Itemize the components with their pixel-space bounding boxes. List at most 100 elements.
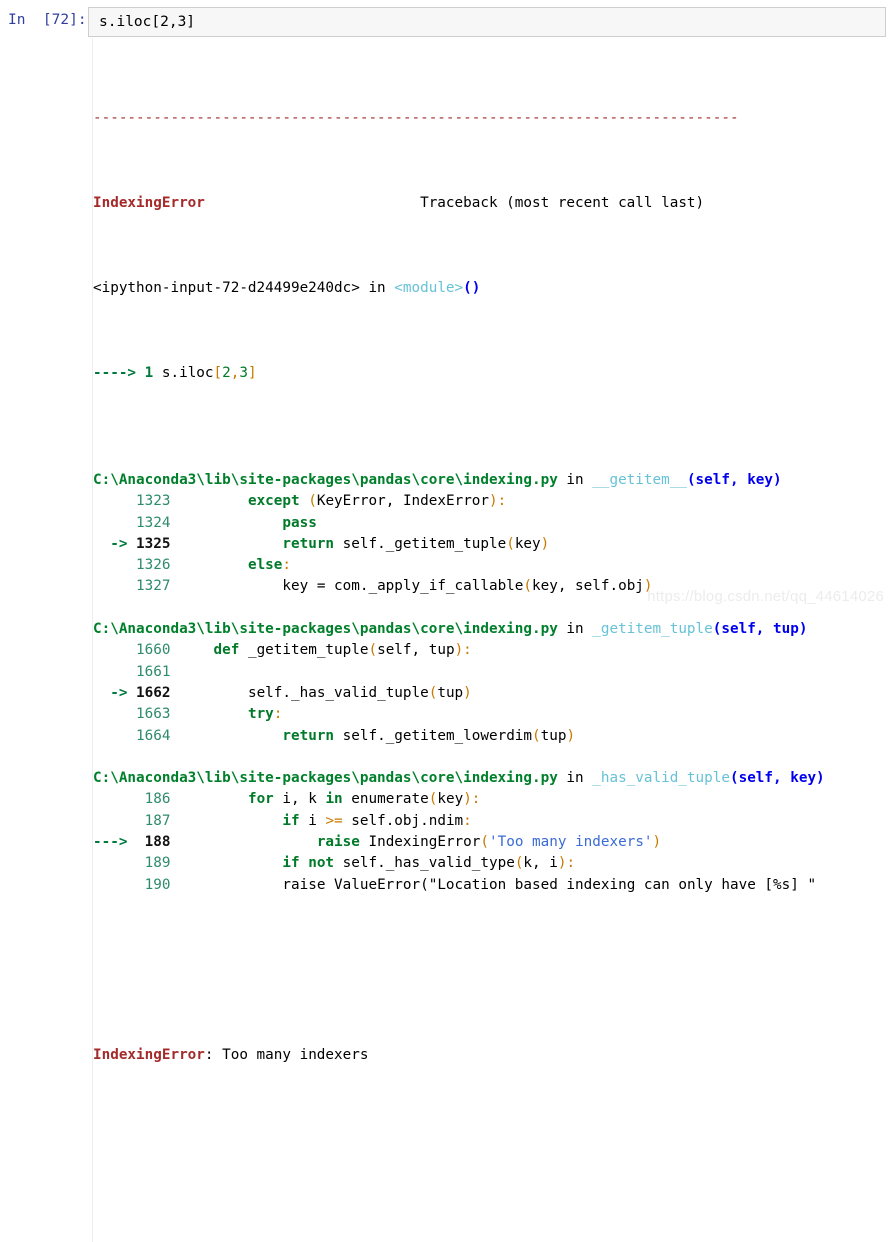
source-line-indent	[179, 578, 282, 594]
frame-source-line: ---> 188 raise IndexingError('Too many i…	[93, 832, 892, 853]
final-exception-message: : Too many indexers	[204, 1046, 369, 1063]
frame-source-line: 1324 pass	[93, 513, 892, 534]
source-token: )	[540, 535, 550, 552]
source-token: self._getitem_tuple	[334, 535, 507, 552]
frame-gap-2	[584, 621, 593, 637]
source-line-indent	[179, 536, 282, 552]
source-token: ,	[385, 493, 403, 510]
source-line-arrow	[93, 728, 127, 744]
source-token: self, tup	[377, 642, 455, 659]
source-token: else	[247, 557, 283, 574]
source-line-arrow	[93, 515, 127, 531]
source-line-arrow	[93, 791, 127, 807]
frame-spacer	[93, 747, 892, 768]
source-line-number: 190	[127, 876, 180, 893]
source-token: )	[566, 727, 576, 744]
frame-file-path: C:\Anaconda3\lib\site-packages\pandas\co…	[93, 770, 558, 787]
source-line-indent	[179, 791, 248, 807]
frame-file-path: C:\Anaconda3\lib\site-packages\pandas\co…	[93, 621, 558, 638]
input-cell-row: In [72]: s.iloc[2,3]	[0, 0, 892, 38]
source-token	[300, 493, 309, 509]
source-token: )	[463, 791, 472, 808]
frame-in-word: in	[566, 770, 584, 787]
frame-source-line: 1326 else:	[93, 555, 892, 576]
code-token-expr: s.iloc[2,3]	[99, 14, 196, 30]
frame-source-line: -> 1325 return self._getitem_tuple(key)	[93, 534, 892, 555]
source-line-number: 189	[127, 855, 180, 872]
traceback-exception-header: IndexingError Traceback (most recent cal…	[93, 193, 892, 214]
source-token: self._getitem_lowerdim	[334, 727, 533, 744]
cell-frame-bracket-close: ]	[247, 365, 257, 382]
code-input-text[interactable]: s.iloc[2,3]	[99, 11, 885, 33]
source-line-indent	[179, 557, 248, 573]
source-line-arrow	[93, 493, 127, 509]
source-line-indent	[179, 515, 282, 531]
final-exception-name: IndexingError	[93, 1046, 205, 1063]
frame-source-line: 1661	[93, 662, 892, 683]
source-token: i	[299, 812, 326, 829]
traceback-separator-top: ----------------------------------------…	[93, 109, 739, 126]
source-line-indent	[179, 493, 248, 509]
frame-spacer	[93, 449, 892, 470]
code-input-cell[interactable]: s.iloc[2,3]	[88, 7, 886, 37]
source-token: (	[308, 493, 317, 510]
source-line-number: 1664	[127, 727, 180, 744]
source-token: key	[437, 791, 464, 808]
frame-header: C:\Anaconda3\lib\site-packages\pandas\co…	[93, 619, 892, 640]
source-token: )	[557, 855, 567, 872]
source-token: (	[514, 855, 524, 872]
source-token: :	[463, 642, 472, 659]
source-token: in	[325, 791, 343, 808]
source-line-number: 187	[127, 812, 180, 829]
source-token: IndexingError	[359, 833, 481, 850]
frame-function-signature: (self, tup)	[712, 621, 808, 638]
source-line-indent	[179, 877, 282, 893]
cell-frame-index-b: 3	[239, 365, 248, 382]
source-token: self._has_valid_tuple	[247, 684, 429, 701]
traceback-frames-container: C:\Anaconda3\lib\site-packages\pandas\co…	[93, 449, 892, 896]
traceback-header-note: Traceback (most recent call last)	[420, 195, 705, 212]
source-line-indent	[179, 685, 248, 701]
cell-frame-arrow: ---->	[93, 365, 137, 382]
exception-name-top: IndexingError	[93, 195, 205, 212]
source-token: KeyError	[316, 493, 386, 510]
source-line-indent	[179, 813, 282, 829]
source-line-number: 1326	[127, 557, 180, 574]
source-token: (	[480, 833, 489, 850]
cell-frame-scope-parens: ()	[463, 280, 481, 297]
source-token: (	[506, 535, 515, 552]
source-token: tup	[437, 684, 464, 701]
source-token: return	[282, 535, 335, 552]
source-token: (	[428, 791, 438, 808]
source-token: try	[247, 706, 274, 723]
source-token: :	[566, 855, 576, 872]
source-token: (	[523, 578, 533, 595]
source-token: >=	[325, 812, 343, 829]
source-line-number: 1324	[127, 514, 180, 531]
source-token: 'Too many indexers'	[489, 833, 653, 850]
source-line-number: 1663	[127, 706, 180, 723]
source-line-indent	[179, 728, 282, 744]
source-token: tup	[540, 727, 567, 744]
traceback-output-area: ----------------------------------------…	[0, 38, 892, 1242]
source-line-indent	[179, 706, 248, 722]
source-token: key	[514, 535, 541, 552]
cell-frame-header: <ipython-input-72-d24499e240dc> in <modu…	[93, 278, 892, 299]
source-line-arrow	[93, 557, 127, 573]
cell-frame-lineno-gap	[153, 365, 162, 381]
cell-frame-location: <ipython-input-72-d24499e240dc>	[93, 280, 360, 297]
source-token	[300, 855, 309, 871]
source-line-number: 1660	[127, 642, 180, 659]
source-line-arrow: ->	[93, 535, 128, 552]
source-token: _getitem_tuple	[239, 642, 369, 659]
frame-spacer	[93, 598, 892, 619]
frame-function-signature: (self, key)	[686, 471, 782, 488]
source-line-number: 1662	[127, 684, 180, 701]
spacer-before-final	[93, 960, 892, 981]
source-line-indent	[179, 834, 317, 850]
frame-function-signature: (self, key)	[729, 770, 825, 787]
frame-gap-1	[558, 621, 567, 637]
source-token: :	[497, 493, 507, 510]
final-exception-line: IndexingError: Too many indexers	[93, 1045, 892, 1066]
frame-source-line: 1664 return self._getitem_lowerdim(tup)	[93, 726, 892, 747]
